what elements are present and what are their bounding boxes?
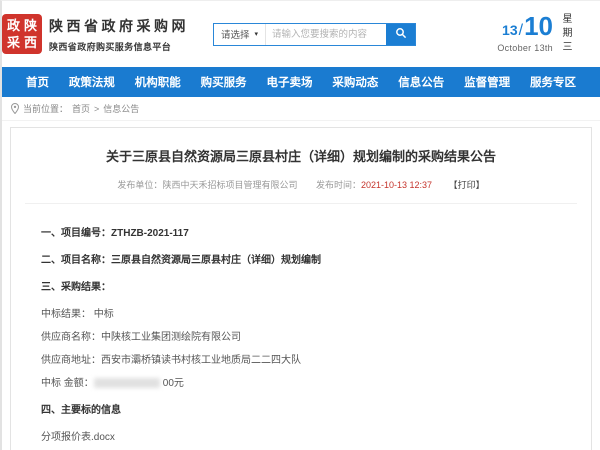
logo-char: 采 bbox=[7, 36, 20, 49]
date-day: 13 bbox=[502, 22, 518, 38]
bid-result-line: 中标结果： 中标 bbox=[41, 305, 561, 320]
nav-item-emarket[interactable]: 电子卖场 bbox=[267, 74, 313, 90]
result-heading: 三、采购结果： bbox=[41, 278, 561, 293]
main-nav: 首页 政策法规 机构职能 购买服务 电子卖场 采购动态 信息公告 监督管理 服务… bbox=[2, 67, 600, 97]
location-pin-icon bbox=[11, 103, 19, 114]
date-numbers: 13 / 10 bbox=[502, 15, 553, 40]
logo-char: 西 bbox=[24, 36, 37, 49]
search-bar: 请选择 ▾ bbox=[213, 23, 416, 46]
supplier-address-line: 供应商地址：西安市灞桥镇读书村核工业地质局二二四大队 bbox=[41, 351, 561, 366]
date-slash: / bbox=[519, 22, 523, 40]
breadcrumb-current: 信息公告 bbox=[103, 102, 139, 115]
site-subtitle: 陕西省政府购买服务信息平台 bbox=[49, 40, 189, 53]
nav-item-home[interactable]: 首页 bbox=[26, 74, 49, 90]
supplier-name-line: 供应商名称：中陕核工业集团测绘院有限公司 bbox=[41, 328, 561, 343]
subject-heading: 四、主要标的信息 bbox=[41, 401, 561, 416]
breadcrumb-home-link[interactable]: 首页 bbox=[72, 102, 90, 115]
project-number-line: 一、项目编号：ZTHZB-2021-117 bbox=[41, 224, 561, 239]
breadcrumb-separator: > bbox=[94, 104, 99, 114]
bid-amount-suffix: 00元 bbox=[163, 378, 184, 389]
print-button[interactable]: 【打印】 bbox=[449, 180, 485, 190]
site-logo: 政 陕 采 西 bbox=[2, 14, 42, 54]
attachment-link[interactable]: 分项报价表.docx bbox=[41, 428, 561, 443]
project-name-line: 二、项目名称：三原县自然资源局三原县村庄（详细）规划编制 bbox=[41, 251, 561, 266]
publish-time-label: 发布时间： bbox=[316, 180, 361, 190]
article-meta: 发布单位：陕西中天禾招标项目管理有限公司 发布时间：2021-10-13 12:… bbox=[11, 178, 591, 191]
bid-amount-redacted bbox=[94, 378, 160, 388]
article-card: 关于三原县自然资源局三原县村庄（详细）规划编制的采购结果公告 发布单位：陕西中天… bbox=[10, 127, 592, 450]
nav-item-service-zone[interactable]: 服务专区 bbox=[530, 74, 576, 90]
date-month: 10 bbox=[524, 15, 553, 38]
nav-item-announcements[interactable]: 信息公告 bbox=[398, 74, 444, 90]
site-header: 政 陕 采 西 陕西省政府采购网 陕西省政府购买服务信息平台 请选择 ▾ 13 … bbox=[2, 1, 600, 67]
publisher-value: 陕西中天禾招标项目管理有限公司 bbox=[162, 180, 297, 190]
nav-item-procurement-news[interactable]: 采购动态 bbox=[332, 74, 378, 90]
date-english: October 13th bbox=[497, 43, 553, 53]
nav-item-functions[interactable]: 机构职能 bbox=[135, 74, 181, 90]
search-select-label: 请选择 bbox=[221, 27, 250, 41]
search-category-select[interactable]: 请选择 ▾ bbox=[214, 24, 266, 45]
search-button[interactable] bbox=[386, 24, 415, 45]
publish-time-value: 2021-10-13 12:37 bbox=[361, 180, 432, 190]
caret-down-icon: ▾ bbox=[255, 30, 259, 38]
site-brand: 陕西省政府采购网 陕西省政府购买服务信息平台 bbox=[49, 16, 189, 53]
logo-char: 陕 bbox=[24, 19, 37, 32]
nav-item-supervision[interactable]: 监督管理 bbox=[464, 74, 510, 90]
date-weekday: 星期三 bbox=[560, 13, 570, 55]
breadcrumb-prefix: 当前位置： bbox=[23, 102, 68, 115]
breadcrumb: 当前位置： 首页 > 信息公告 bbox=[2, 97, 600, 121]
site-title: 陕西省政府采购网 bbox=[49, 16, 189, 36]
publisher-label: 发布单位： bbox=[117, 180, 162, 190]
nav-item-purchase-services[interactable]: 购买服务 bbox=[201, 74, 247, 90]
magnifier-icon bbox=[395, 27, 407, 42]
bid-amount-line: 中标 金额： 00元 bbox=[41, 374, 561, 389]
bid-amount-label: 中标 金额： bbox=[41, 378, 94, 389]
logo-char: 政 bbox=[7, 19, 20, 32]
nav-item-policies[interactable]: 政策法规 bbox=[69, 74, 115, 90]
article-title: 关于三原县自然资源局三原县村庄（详细）规划编制的采购结果公告 bbox=[11, 146, 591, 165]
search-input[interactable] bbox=[266, 24, 386, 45]
date-widget: 13 / 10 October 13th 星期三 bbox=[497, 13, 592, 55]
article-body: 一、项目编号：ZTHZB-2021-117 二、项目名称：三原县自然资源局三原县… bbox=[11, 204, 591, 450]
